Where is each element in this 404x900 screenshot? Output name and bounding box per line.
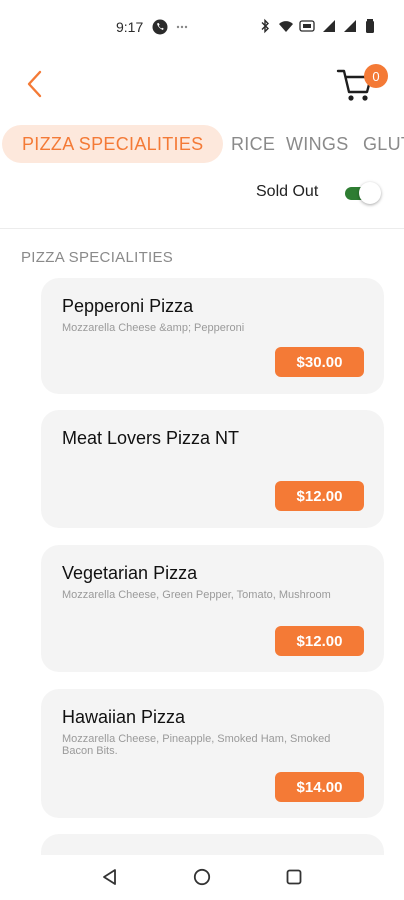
battery-icon xyxy=(366,19,374,33)
status-bar: 9:17 xyxy=(0,0,404,56)
item-name: Pepperoni Pizza xyxy=(62,296,194,316)
square-recents-icon xyxy=(286,869,302,885)
item-name: Vegetarian Pizza xyxy=(62,563,198,583)
sold-out-label: Sold Out xyxy=(256,183,319,200)
item-description: Mozzarella Cheese &amp; Pepperoni xyxy=(62,322,245,334)
price-button[interactable]: $12.00 xyxy=(275,481,364,511)
sold-out-toggle[interactable] xyxy=(345,182,381,204)
item-name: Meat Lovers Pizza NT xyxy=(62,428,240,448)
price-button[interactable]: $30.00 xyxy=(275,347,364,377)
tab-pizza-specialities[interactable]: PIZZA SPECIALITIES xyxy=(2,125,224,163)
call-icon xyxy=(152,19,168,35)
tab-wings[interactable]: WINGS xyxy=(286,125,349,163)
tab-rice[interactable]: RICE xyxy=(231,125,275,163)
item-description: Mozzarella Cheese, Pineapple, Smoked Ham… xyxy=(62,733,331,757)
bluetooth-icon xyxy=(261,18,269,34)
circle-home-icon xyxy=(193,868,211,886)
system-nav-bar xyxy=(0,855,404,900)
signal-icon-2 xyxy=(344,20,356,32)
cart-count-badge: 0 xyxy=(364,64,388,88)
nav-home-button[interactable] xyxy=(190,865,214,889)
price-button[interactable]: $12.00 xyxy=(275,626,364,656)
price-button[interactable]: $14.00 xyxy=(275,772,364,802)
chevron-left-icon xyxy=(27,70,42,98)
cart-button[interactable]: 0 xyxy=(336,62,388,104)
signal-icon xyxy=(323,20,335,32)
item-name: Hawaiian Pizza xyxy=(62,707,186,727)
back-button[interactable] xyxy=(18,66,50,102)
more-icon xyxy=(176,25,188,29)
tab-gluten-free[interactable]: GLUTEN FREE xyxy=(363,125,404,163)
menu-item-card[interactable]: Vegetarian Pizza Mozzarella Cheese, Gree… xyxy=(41,545,384,672)
section-title: PIZZA SPECIALITIES xyxy=(21,249,174,266)
menu-item-card[interactable]: Hawaiian Pizza Mozzarella Cheese, Pineap… xyxy=(41,689,384,818)
toggle-knob xyxy=(359,182,381,204)
item-description: Mozzarella Cheese, Green Pepper, Tomato,… xyxy=(62,589,331,601)
divider xyxy=(0,228,404,229)
menu-item-card[interactable]: Meat Lovers Pizza NT $12.00 xyxy=(41,410,384,528)
wifi-icon xyxy=(279,21,293,32)
nav-recents-button[interactable] xyxy=(282,865,306,889)
category-tabs: PIZZA SPECIALITIES RICE WINGS GLUTEN FRE… xyxy=(0,125,404,165)
triangle-back-icon xyxy=(103,869,116,885)
menu-item-card[interactable]: Pepperoni Pizza Mozzarella Cheese &amp; … xyxy=(41,278,384,394)
status-time: 9:17 xyxy=(116,19,144,35)
nav-back-button[interactable] xyxy=(98,865,122,889)
volte-icon xyxy=(299,20,315,32)
